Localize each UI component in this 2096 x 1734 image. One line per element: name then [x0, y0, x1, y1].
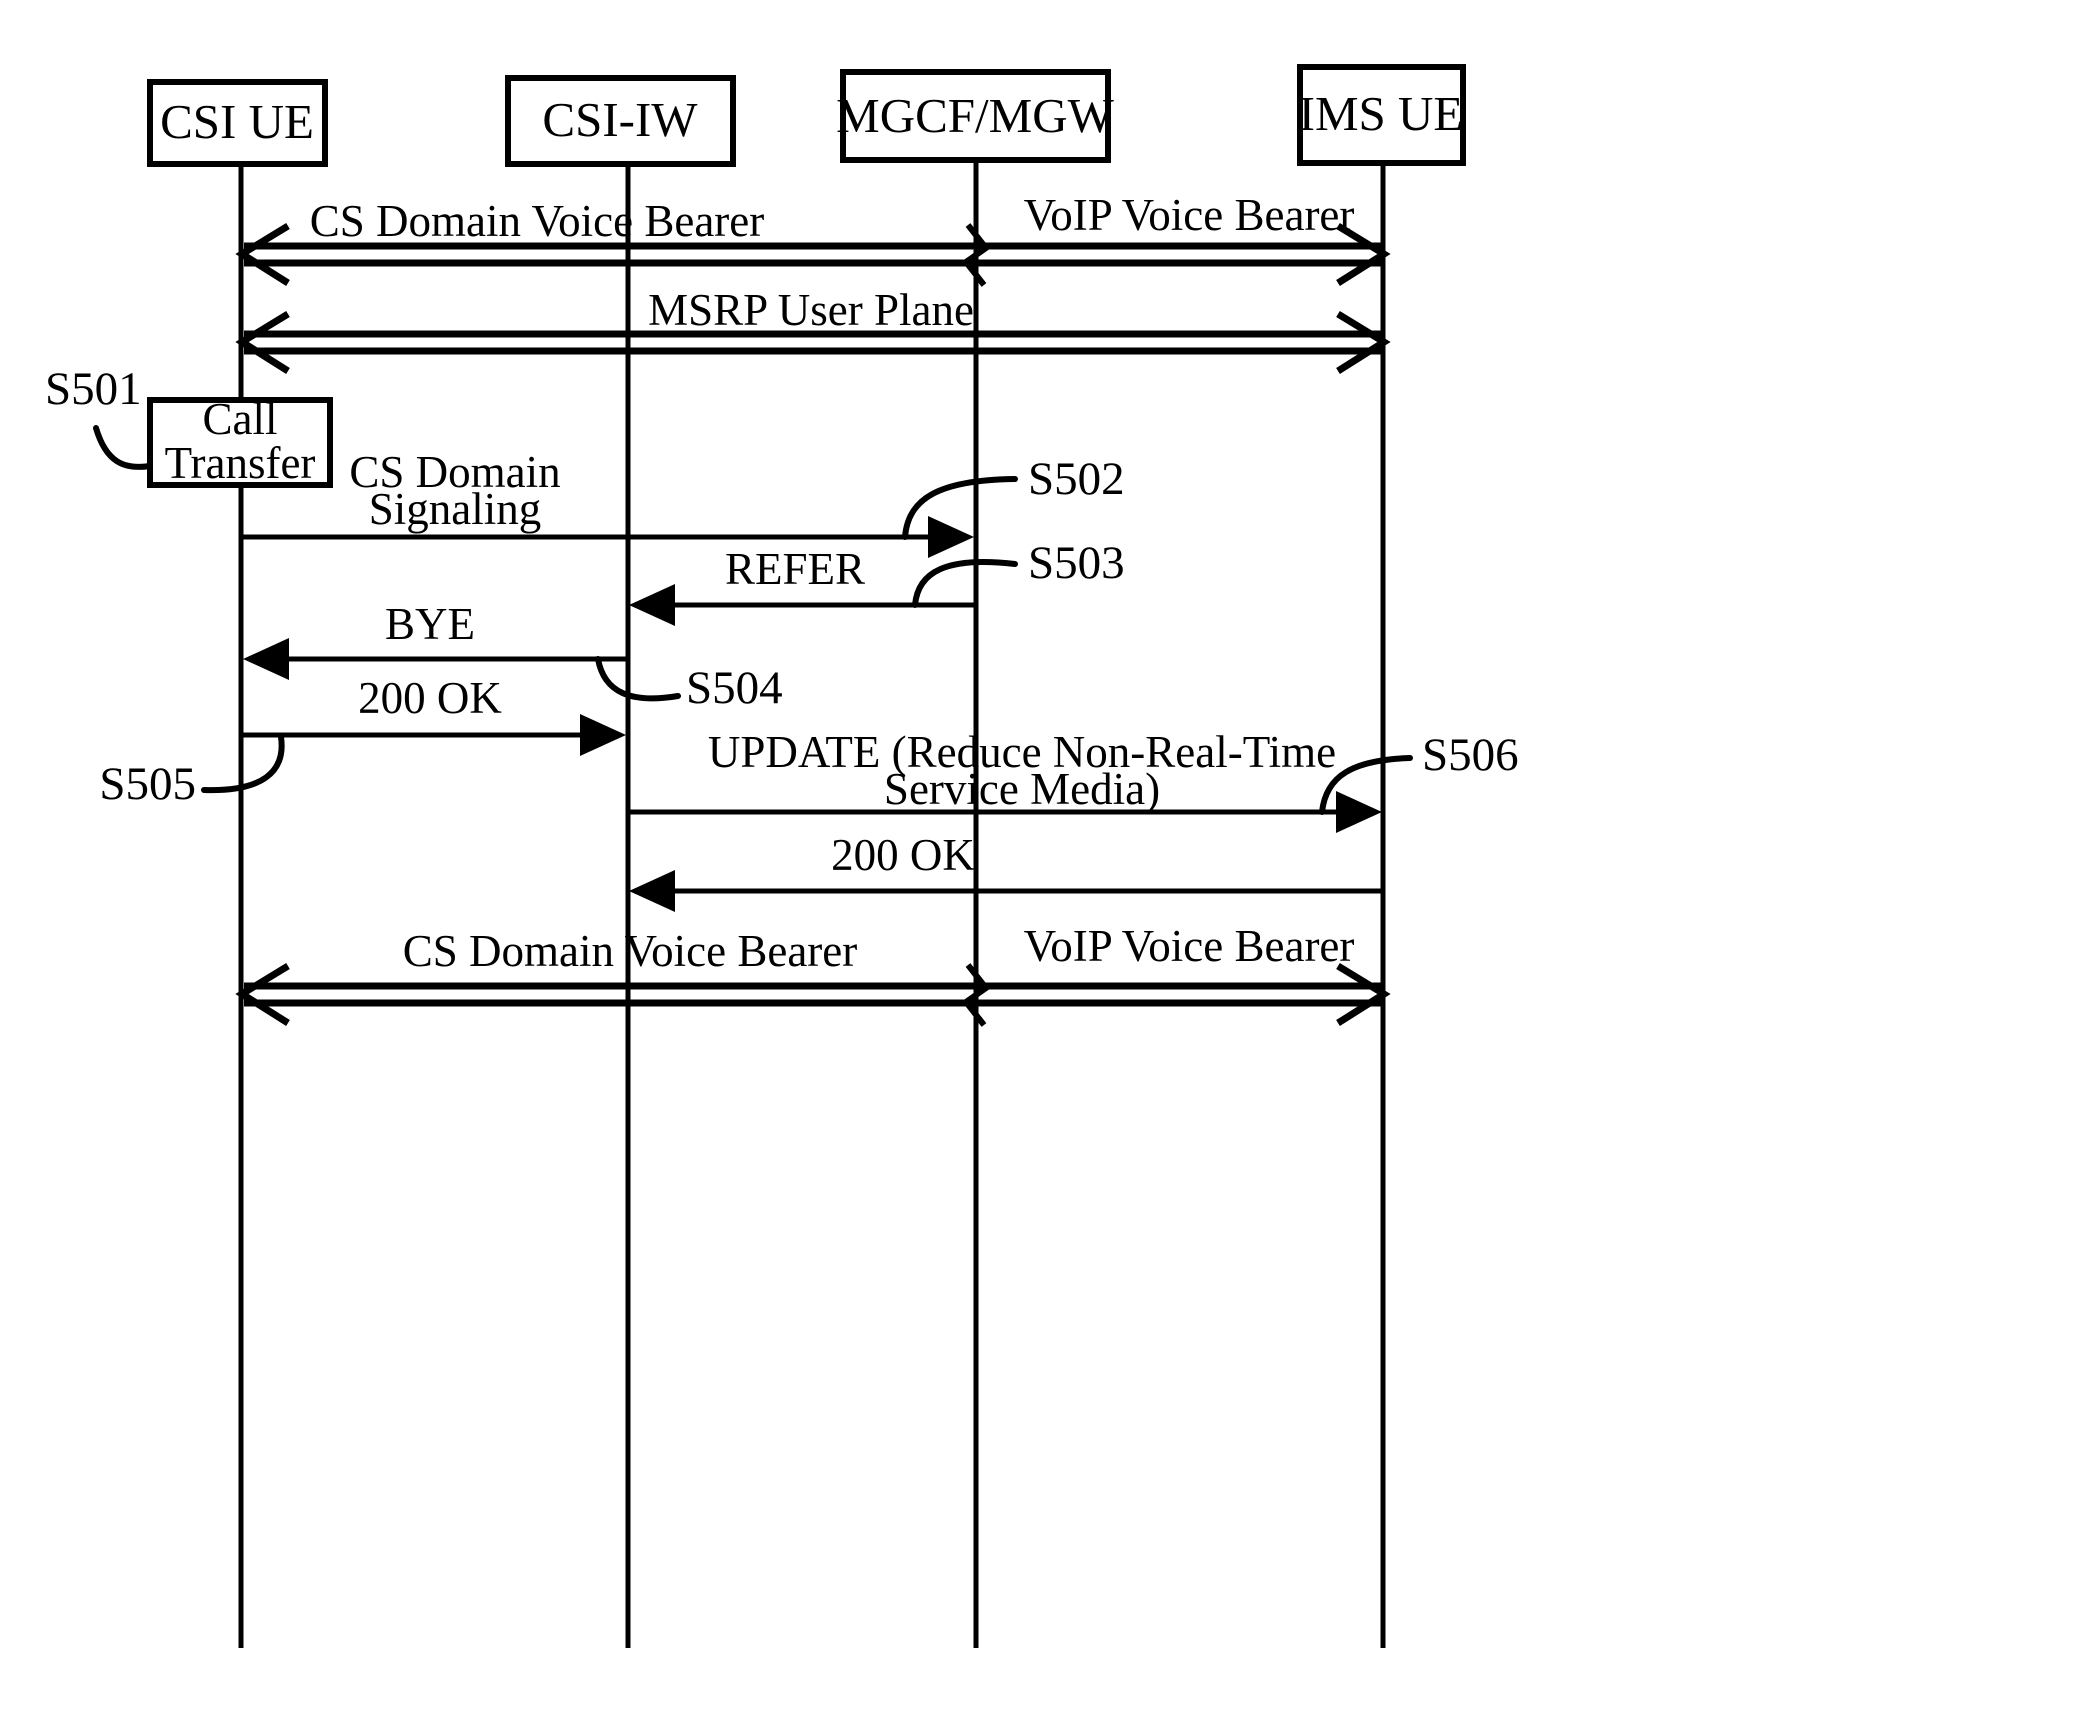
message-label-cs-domain-voice-bearer-bottom: CS Domain Voice Bearer — [403, 926, 858, 976]
message-label-voip-voice-bearer-top: VoIP Voice Bearer — [1024, 190, 1355, 240]
leader-curve-s504 — [595, 656, 681, 702]
note-label-call-transfer-line1: Call — [203, 394, 278, 444]
message-label-cs-domain-signaling-line2: Signaling — [369, 484, 542, 534]
note-call-transfer[interactable]: Call Transfer — [147, 394, 333, 488]
arrow-head-left-bearer-bottom-left — [235, 963, 290, 1026]
leader-curve-s501 — [93, 425, 153, 470]
step-label-s504: S504 — [686, 662, 783, 714]
lifelines-group — [238, 163, 1386, 1648]
arrow-head-left-200-ok-second — [629, 870, 675, 912]
lifeline-header-ims-ue[interactable]: IMS UE — [1297, 64, 1466, 166]
step-label-s503: S503 — [1028, 537, 1125, 589]
arrow-head-left-msrp — [235, 311, 290, 374]
lifeline-header-csi-ue[interactable]: CSI UE — [147, 79, 328, 167]
arrow-head-right-msrp — [1336, 311, 1391, 374]
message-label-voip-voice-bearer-bottom: VoIP Voice Bearer — [1024, 921, 1355, 971]
message-arrow-voip-voice-bearer-bottom[interactable] — [976, 963, 1391, 1026]
arrow-head-left-bearer-top-left — [235, 223, 290, 286]
arrow-head-right-update — [1336, 791, 1382, 833]
leader-curve-s503 — [912, 558, 1018, 608]
step-label-s506: S506 — [1422, 729, 1519, 781]
message-label-refer: REFER — [725, 544, 865, 594]
lifeline-label-mgcf-mgw: MGCF/MGW — [836, 88, 1114, 143]
message-label-200-ok-second: 200 OK — [831, 830, 975, 880]
lifeline-header-csi-iw[interactable]: CSI-IW — [505, 75, 736, 167]
message-label-cs-domain-voice-bearer-top: CS Domain Voice Bearer — [310, 196, 765, 246]
bearer-break-mark-bottom — [961, 963, 991, 1027]
message-label-msrp-user-plane: MSRP User Plane — [648, 285, 974, 335]
lifeline-header-mgcf-mgw[interactable]: MGCF/MGW — [836, 69, 1115, 163]
step-label-s502: S502 — [1028, 453, 1125, 505]
arrow-head-left-bye — [243, 638, 289, 680]
step-label-s505: S505 — [99, 758, 196, 810]
arrow-head-left-refer — [629, 584, 675, 626]
arrow-head-right-bearer-bottom-right — [1336, 963, 1391, 1026]
note-label-call-transfer-line2: Transfer — [165, 438, 316, 488]
sequence-diagram-canvas: CSI UE CSI-IW MGCF/MGW IMS UE CS Domain … — [0, 0, 2096, 1734]
lifeline-label-csi-iw: CSI-IW — [542, 92, 698, 147]
step-label-s501: S501 — [45, 363, 142, 415]
message-label-bye: BYE — [385, 599, 475, 649]
lifeline-label-ims-ue: IMS UE — [1299, 86, 1464, 141]
message-arrow-200-ok-second[interactable] — [629, 870, 1383, 912]
arrow-head-right-cs-signaling — [928, 516, 974, 558]
leader-curve-s502 — [902, 476, 1018, 540]
lifeline-label-csi-ue: CSI UE — [160, 94, 314, 149]
message-label-update-line2: Service Media) — [884, 764, 1160, 814]
sequence-diagram-svg: CSI UE CSI-IW MGCF/MGW IMS UE CS Domain … — [45, 64, 1519, 1648]
message-label-200-ok-first: 200 OK — [358, 673, 502, 723]
arrow-head-right-200-ok-first — [580, 714, 626, 756]
bearer-break-mark-top — [961, 223, 991, 287]
